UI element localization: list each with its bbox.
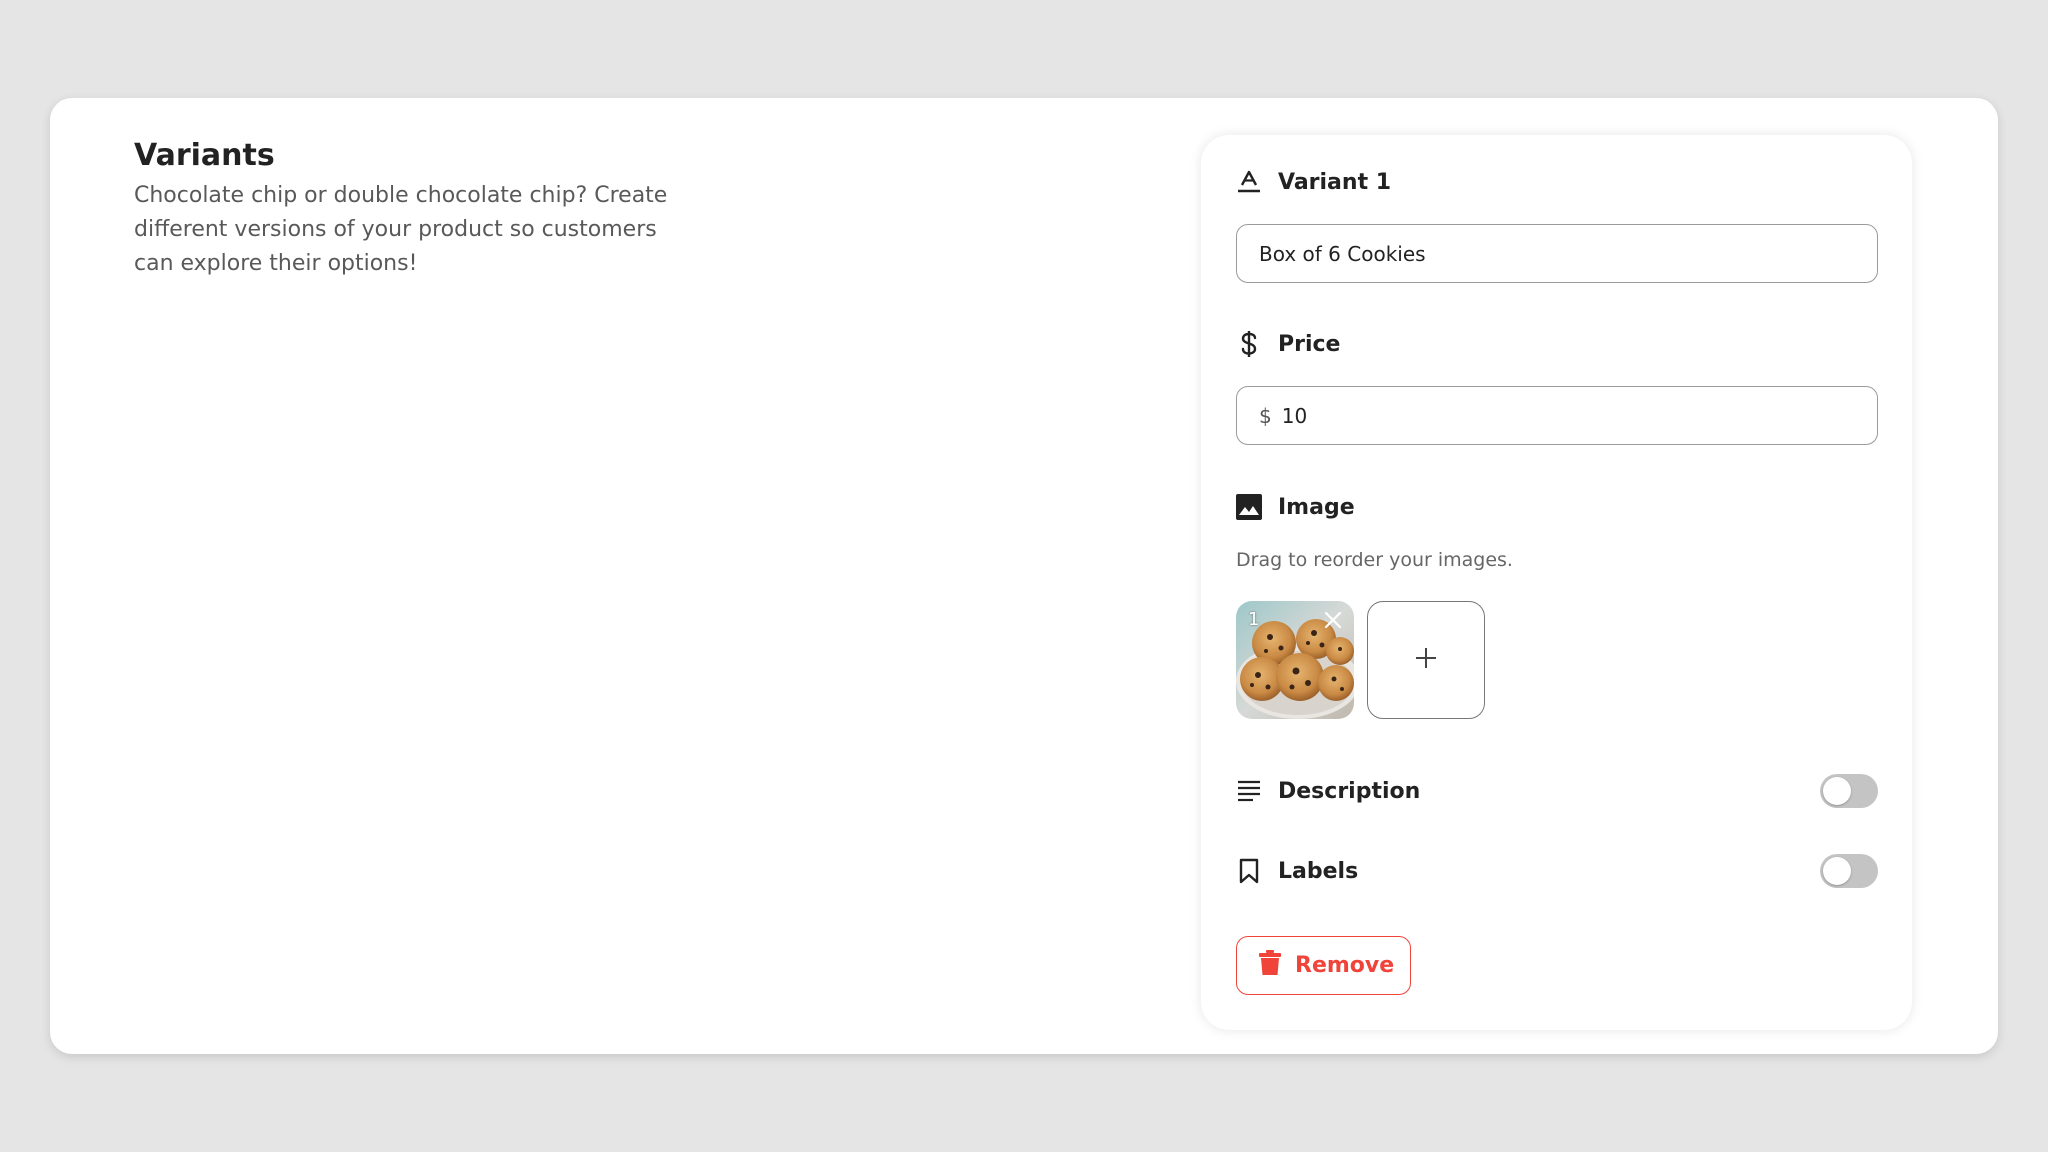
text-lines-icon [1236,778,1262,804]
variant-name-label: Variant 1 [1278,169,1392,195]
remove-image-icon[interactable] [1322,609,1344,631]
image-label: Image [1278,494,1355,520]
section-description: Chocolate chip or double chocolate chip?… [134,183,668,276]
price-value: 10 [1281,403,1308,428]
image-header: Image [1236,487,1355,527]
image-order-number: 1 [1248,609,1260,630]
image-icon [1236,494,1262,520]
bookmark-icon [1236,858,1262,884]
currency-prefix: $ [1259,403,1272,428]
description-header: Description [1236,771,1420,811]
price-header: Price [1236,324,1340,364]
toggle-knob [1823,777,1851,805]
plus-icon [1414,646,1438,674]
description-toggle[interactable] [1820,774,1878,808]
dollar-icon [1236,331,1262,357]
variants-intro: Variants Chocolate chip or double chocol… [134,136,694,281]
section-title: Variants [134,138,275,173]
variant-panel: Variant 1 Box of 6 Cookies Price $ 10 Im… [1201,135,1912,1030]
variant-name-value: Box of 6 Cookies [1259,241,1426,266]
remove-label: Remove [1295,953,1395,978]
price-input[interactable]: $ 10 [1236,386,1878,445]
add-image-button[interactable] [1367,601,1485,719]
labels-toggle[interactable] [1820,854,1878,888]
variant-name-input[interactable]: Box of 6 Cookies [1236,224,1878,283]
remove-variant-button[interactable]: Remove [1236,936,1411,995]
image-thumbnail[interactable]: 1 [1236,601,1354,719]
variant-name-header: Variant 1 [1236,162,1391,202]
description-label: Description [1278,778,1421,804]
labels-header: Labels [1236,851,1358,891]
trash-icon [1259,949,1281,982]
toggle-knob [1823,857,1851,885]
image-hint: Drag to reorder your images. [1236,549,1513,571]
variants-card: Variants Chocolate chip or double chocol… [50,98,1998,1054]
labels-label: Labels [1278,858,1359,884]
price-label: Price [1278,331,1341,357]
text-format-icon [1236,169,1262,195]
